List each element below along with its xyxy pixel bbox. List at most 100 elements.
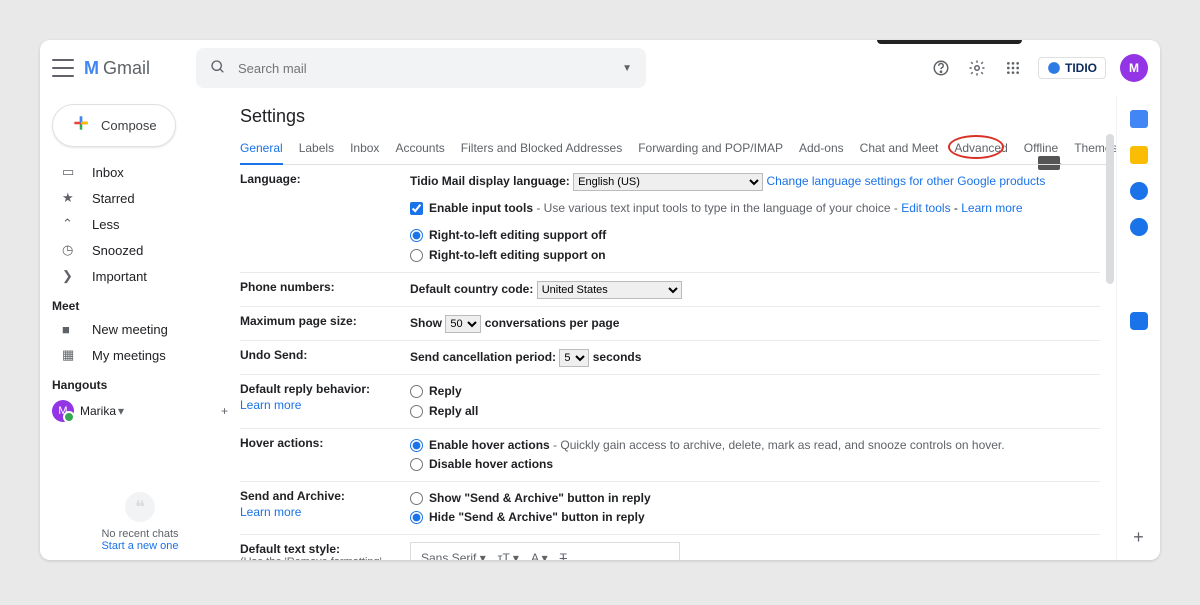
hangouts-avatar: M	[52, 400, 74, 422]
chevron-down-icon: ▾	[118, 404, 124, 418]
hover-label: Hover actions:	[240, 436, 410, 474]
compose-plus-icon	[71, 113, 91, 138]
hangouts-add-button[interactable]: +	[221, 404, 228, 418]
send-archive-show-radio[interactable]	[410, 492, 423, 505]
text-color-icon[interactable]: A ▾	[531, 549, 548, 560]
rtl-off-radio[interactable]	[410, 229, 423, 242]
nav-less[interactable]: ⌃Less	[50, 211, 230, 237]
remove-formatting-icon[interactable]: T	[560, 549, 567, 560]
undo-period-select[interactable]: 5	[559, 349, 589, 367]
country-code-select[interactable]: United States	[537, 281, 682, 299]
hover-enable-radio[interactable]	[410, 439, 423, 452]
settings-gear-icon[interactable]	[966, 57, 988, 79]
tab-labels[interactable]: Labels	[299, 133, 334, 164]
tab-addons[interactable]: Add-ons	[799, 133, 844, 164]
account-avatar[interactable]: M	[1120, 54, 1148, 82]
tab-filters[interactable]: Filters and Blocked Addresses	[461, 133, 622, 164]
rtl-on-radio[interactable]	[410, 249, 423, 262]
setting-page-size: Maximum page size: Show 50 conversations…	[240, 307, 1100, 341]
learn-more-link[interactable]: Learn more	[961, 201, 1022, 215]
tidio-badge[interactable]: TIDIO	[1038, 57, 1106, 79]
contacts-addon-icon[interactable]	[1130, 218, 1148, 236]
change-language-link[interactable]: Change language settings for other Googl…	[767, 174, 1046, 188]
inbox-icon: ▭	[62, 164, 78, 180]
addon-icon[interactable]	[1130, 312, 1148, 330]
scrollbar[interactable]	[1106, 134, 1114, 284]
get-addons-button[interactable]: +	[1133, 527, 1144, 548]
setting-reply: Default reply behavior:Learn more Reply …	[240, 375, 1100, 428]
setting-hover: Hover actions: Enable hover actions - Qu…	[240, 429, 1100, 482]
quote-icon: ❝	[125, 492, 155, 522]
nav-snoozed[interactable]: ◷Snoozed	[50, 237, 230, 263]
apps-grid-icon[interactable]	[1002, 57, 1024, 79]
app-header: M Gmail ▼ TIDIO M	[40, 40, 1160, 96]
font-family-dropdown[interactable]: Sans Serif ▾	[421, 549, 486, 560]
text-style-preview: Sans Serif ▾ τT ▾ A ▾ T This is what you…	[410, 542, 680, 560]
video-icon: ■	[62, 322, 78, 337]
page-size-select[interactable]: 50	[445, 315, 481, 333]
tab-accounts[interactable]: Accounts	[395, 133, 444, 164]
reply-radio[interactable]	[410, 385, 423, 398]
side-panel: +	[1116, 96, 1160, 560]
gmail-logo[interactable]: M Gmail	[84, 58, 150, 79]
language-label: Language:	[240, 172, 410, 265]
undo-label: Undo Send:	[240, 348, 410, 367]
start-chat-link[interactable]: Start a new one	[50, 540, 230, 552]
hangouts-user-row[interactable]: M Marika ▾ +	[50, 396, 230, 426]
hangouts-header: Hangouts	[52, 378, 230, 392]
compose-button[interactable]: Compose	[52, 104, 176, 147]
settings-panel: Settings General Labels Inbox Accounts F…	[240, 96, 1116, 560]
meet-new-meeting[interactable]: ■New meeting	[50, 317, 230, 342]
page-size-label: Maximum page size:	[240, 314, 410, 333]
search-input[interactable]	[238, 61, 622, 76]
search-bar[interactable]: ▼	[196, 48, 646, 88]
gmail-m-icon: M	[84, 58, 99, 79]
nav-inbox[interactable]: ▭Inbox	[50, 159, 230, 185]
tab-offline[interactable]: Offline	[1024, 133, 1058, 164]
clock-icon: ◷	[62, 242, 78, 258]
font-size-icon[interactable]: τT ▾	[498, 549, 519, 560]
nav-important[interactable]: ❯Important	[50, 263, 230, 289]
setting-text-style: Default text style:(Use the 'Remove form…	[240, 535, 1100, 560]
calendar-addon-icon[interactable]	[1130, 110, 1148, 128]
keep-addon-icon[interactable]	[1130, 146, 1148, 164]
star-icon: ★	[62, 190, 78, 206]
edit-tools-link[interactable]: Edit tools	[901, 201, 950, 215]
chevron-up-icon: ⌃	[62, 216, 78, 232]
language-select[interactable]: English (US)	[573, 173, 763, 191]
meet-my-meetings[interactable]: ▦My meetings	[50, 342, 230, 368]
send-archive-hide-radio[interactable]	[410, 511, 423, 524]
compose-label: Compose	[101, 118, 157, 133]
setting-language: Language: Tidio Mail display language: E…	[240, 165, 1100, 273]
tab-general[interactable]: General	[240, 133, 283, 165]
left-sidebar: Compose ▭Inbox ★Starred ⌃Less ◷Snoozed ❯…	[40, 96, 240, 560]
calendar-icon: ▦	[62, 347, 78, 363]
browser-notch	[877, 40, 1022, 44]
gmail-wordmark: Gmail	[103, 58, 150, 79]
tasks-addon-icon[interactable]	[1130, 182, 1148, 200]
tab-chat-meet[interactable]: Chat and Meet	[860, 133, 939, 164]
phone-label: Phone numbers:	[240, 280, 410, 299]
hangouts-empty-state: ❝ No recent chats Start a new one	[50, 492, 230, 552]
enable-input-tools-checkbox[interactable]	[410, 202, 423, 215]
tab-forwarding[interactable]: Forwarding and POP/IMAP	[638, 133, 783, 164]
main-menu-icon[interactable]	[52, 59, 74, 77]
tab-advanced[interactable]: Advanced	[954, 141, 1007, 155]
settings-tabs: General Labels Inbox Accounts Filters an…	[240, 133, 1112, 165]
setting-phone: Phone numbers: Default country code: Uni…	[240, 273, 1100, 307]
settings-title: Settings	[240, 96, 305, 133]
learn-more-link[interactable]: Learn more	[240, 398, 400, 412]
meet-header: Meet	[52, 299, 230, 313]
setting-undo: Undo Send: Send cancellation period: 5 s…	[240, 341, 1100, 375]
tab-inbox[interactable]: Inbox	[350, 133, 379, 164]
important-icon: ❯	[62, 268, 78, 284]
reply-all-radio[interactable]	[410, 405, 423, 418]
setting-send-archive: Send and Archive:Learn more Show "Send &…	[240, 482, 1100, 535]
nav-starred[interactable]: ★Starred	[50, 185, 230, 211]
help-icon[interactable]	[930, 57, 952, 79]
search-options-caret-icon[interactable]: ▼	[622, 63, 632, 74]
learn-more-link[interactable]: Learn more	[240, 505, 400, 519]
no-recent-chats-label: No recent chats	[50, 528, 230, 540]
search-icon	[210, 59, 226, 78]
hover-disable-radio[interactable]	[410, 458, 423, 471]
